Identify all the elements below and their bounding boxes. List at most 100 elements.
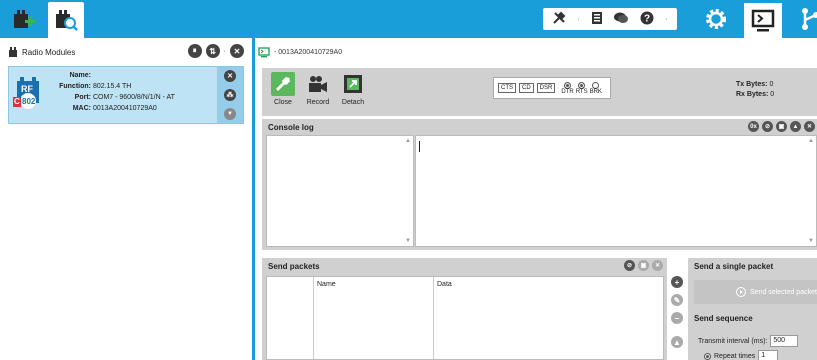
- column-divider: [313, 277, 314, 359]
- transmit-interval-label: Transmit interval (ms):: [698, 337, 768, 345]
- scroll-up-icon[interactable]: ▲: [405, 138, 411, 144]
- line-controls: DTR RTS BRK: [561, 81, 602, 95]
- module-badge-protocol: 802: [22, 97, 36, 106]
- send-sequence-title: Send sequence: [694, 313, 753, 323]
- module-network-icon[interactable]: ⁂: [224, 88, 236, 101]
- transmit-interval-row: Transmit interval (ms): 500: [698, 335, 799, 347]
- svg-text:?: ?: [644, 14, 650, 25]
- device-tab-label: - 0013A200410729A0: [274, 48, 343, 56]
- connection-toolbar: Close Record Detach CTS CD DSR DTR RTS B…: [262, 68, 817, 116]
- module-function-row: Function: 802.15.4 TH: [41, 83, 131, 90]
- console-terminal-icon: [751, 9, 775, 31]
- module-function-value: 802.15.4 TH: [92, 83, 132, 90]
- radio-modules-title: Radio Modules: [22, 47, 76, 57]
- radio-modules-controls: ⏸ ⇅ · ✕: [187, 44, 244, 58]
- radio-module-card[interactable]: RF C 802 Name: Function: 802.15.4 TH Por…: [8, 66, 244, 124]
- module-badge: RF C 802: [13, 77, 43, 111]
- column-header-data[interactable]: Data: [437, 281, 452, 288]
- dtr-radio[interactable]: [564, 81, 572, 89]
- close-connection-button[interactable]: Close: [267, 72, 299, 106]
- clear-console-icon[interactable]: ⊘: [762, 121, 773, 132]
- consoles-mode-button[interactable]: [744, 3, 782, 38]
- module-badge-letter: C: [14, 97, 20, 106]
- console-device-tab[interactable]: - 0013A200410729A0: [258, 44, 342, 60]
- hex-toggle-icon[interactable]: 0x: [748, 121, 759, 132]
- detach-icon: [341, 72, 365, 96]
- repeat-times-radio[interactable]: [704, 352, 711, 360]
- help-icon[interactable]: ?: [640, 11, 654, 27]
- add-packet-icon[interactable]: +: [671, 276, 683, 288]
- column-header-name[interactable]: Name: [317, 281, 336, 288]
- remove-module-icon[interactable]: ✕: [224, 70, 236, 83]
- send-sequence-area: Transmit interval (ms): 500 Repeat times…: [688, 326, 817, 360]
- transmit-interval-input[interactable]: 500: [770, 335, 799, 347]
- list-icon[interactable]: [591, 11, 603, 27]
- record-label: Record: [306, 99, 330, 106]
- module-expand-icon[interactable]: ▼: [224, 107, 236, 120]
- send-packets-title: Send packets: [268, 261, 320, 271]
- packet-list-actions: + ✎ − ▲: [668, 276, 686, 348]
- help-dropdown-icon[interactable]: ·: [665, 16, 667, 23]
- settings-gear-icon[interactable]: [703, 6, 729, 32]
- single-packet-title: Send a single packet: [694, 261, 774, 271]
- radio-modules-panel: Radio Modules ⏸ ⇅ · ✕ RF C 802 Name: Fun…: [0, 38, 252, 360]
- dsr-indicator: DSR: [536, 83, 556, 93]
- close-console-icon[interactable]: ✕: [804, 121, 815, 132]
- console-text-pane[interactable]: ▲ ▼: [415, 135, 817, 247]
- radio-module-icon: [9, 47, 17, 57]
- byte-counters: Tx Bytes: 0 Rx Bytes: 0: [736, 80, 774, 100]
- detach-button[interactable]: Detach: [337, 72, 369, 106]
- top-toolbar: · ? ·: [0, 0, 817, 38]
- detach-label: Detach: [341, 99, 365, 106]
- repeat-times-label: Repeat times: [714, 352, 756, 360]
- filter-icon[interactable]: ⏸: [187, 44, 202, 58]
- send-selected-packet-button[interactable]: Send selected packet: [694, 280, 817, 304]
- module-port-row: Port: COM7 - 9600/8/N/1/N - AT: [41, 94, 175, 101]
- sort-icon[interactable]: ⇅: [205, 44, 220, 58]
- add-module-tab[interactable]: [6, 2, 42, 38]
- text-caret: [419, 141, 420, 152]
- module-function-label: Function:: [59, 83, 91, 90]
- brk-radio[interactable]: [592, 81, 600, 89]
- brk-label: BRK: [589, 88, 602, 95]
- console-log-area: ▲ ▼ ▲ ▼: [262, 135, 817, 250]
- edit-packet-icon[interactable]: ✎: [671, 294, 683, 306]
- tx-bytes-label: Tx Bytes:: [736, 81, 768, 88]
- single-packet-area: Send selected packet: [688, 274, 817, 310]
- send-sequence-header: Send sequence: [688, 310, 817, 326]
- chevron-down-icon[interactable]: ·: [577, 16, 579, 23]
- close-label: Close: [274, 99, 292, 106]
- save-log-icon[interactable]: ▣: [776, 121, 787, 132]
- plug-icon: [271, 72, 295, 96]
- remove-packet-icon[interactable]: −: [671, 312, 683, 324]
- lock-icon[interactable]: ▲: [790, 121, 801, 132]
- radio-modules-header: Radio Modules ⏸ ⇅ · ✕: [0, 38, 252, 66]
- discover-modules-tab[interactable]: [48, 2, 84, 38]
- save-packets-icon[interactable]: ▣: [638, 260, 649, 271]
- scroll-down-icon[interactable]: ▼: [405, 238, 411, 244]
- rts-radio[interactable]: [578, 81, 586, 89]
- packets-table[interactable]: Name Data: [266, 276, 664, 360]
- chat-icon[interactable]: [613, 11, 629, 27]
- console-terminal-icon: [258, 46, 270, 57]
- record-button[interactable]: Record: [302, 72, 334, 106]
- play-icon: [736, 287, 746, 297]
- clear-packets-icon[interactable]: ✕: [652, 260, 663, 271]
- console-hex-pane[interactable]: ▲ ▼: [266, 135, 414, 247]
- sort-dropdown-icon[interactable]: ·: [224, 48, 226, 55]
- network-mode-icon[interactable]: [796, 6, 817, 32]
- rts-label: RTS: [575, 88, 588, 95]
- tools-icon[interactable]: [552, 11, 566, 27]
- rx-bytes-value: 0: [770, 91, 775, 98]
- serial-lines-box: CTS CD DSR DTR RTS BRK: [493, 77, 611, 99]
- dtr-label: DTR: [561, 88, 574, 95]
- remove-all-icon[interactable]: ✕: [230, 44, 244, 58]
- load-packets-icon[interactable]: ⊘: [624, 260, 635, 271]
- left-tab-group: [0, 0, 84, 38]
- panel-divider[interactable]: [252, 38, 255, 360]
- module-port-label: Port:: [74, 94, 91, 101]
- repeat-times-input[interactable]: 1: [758, 350, 779, 360]
- scroll-up-icon[interactable]: ▲: [808, 138, 814, 144]
- scroll-down-icon[interactable]: ▼: [808, 238, 814, 244]
- move-up-icon[interactable]: ▲: [671, 336, 683, 348]
